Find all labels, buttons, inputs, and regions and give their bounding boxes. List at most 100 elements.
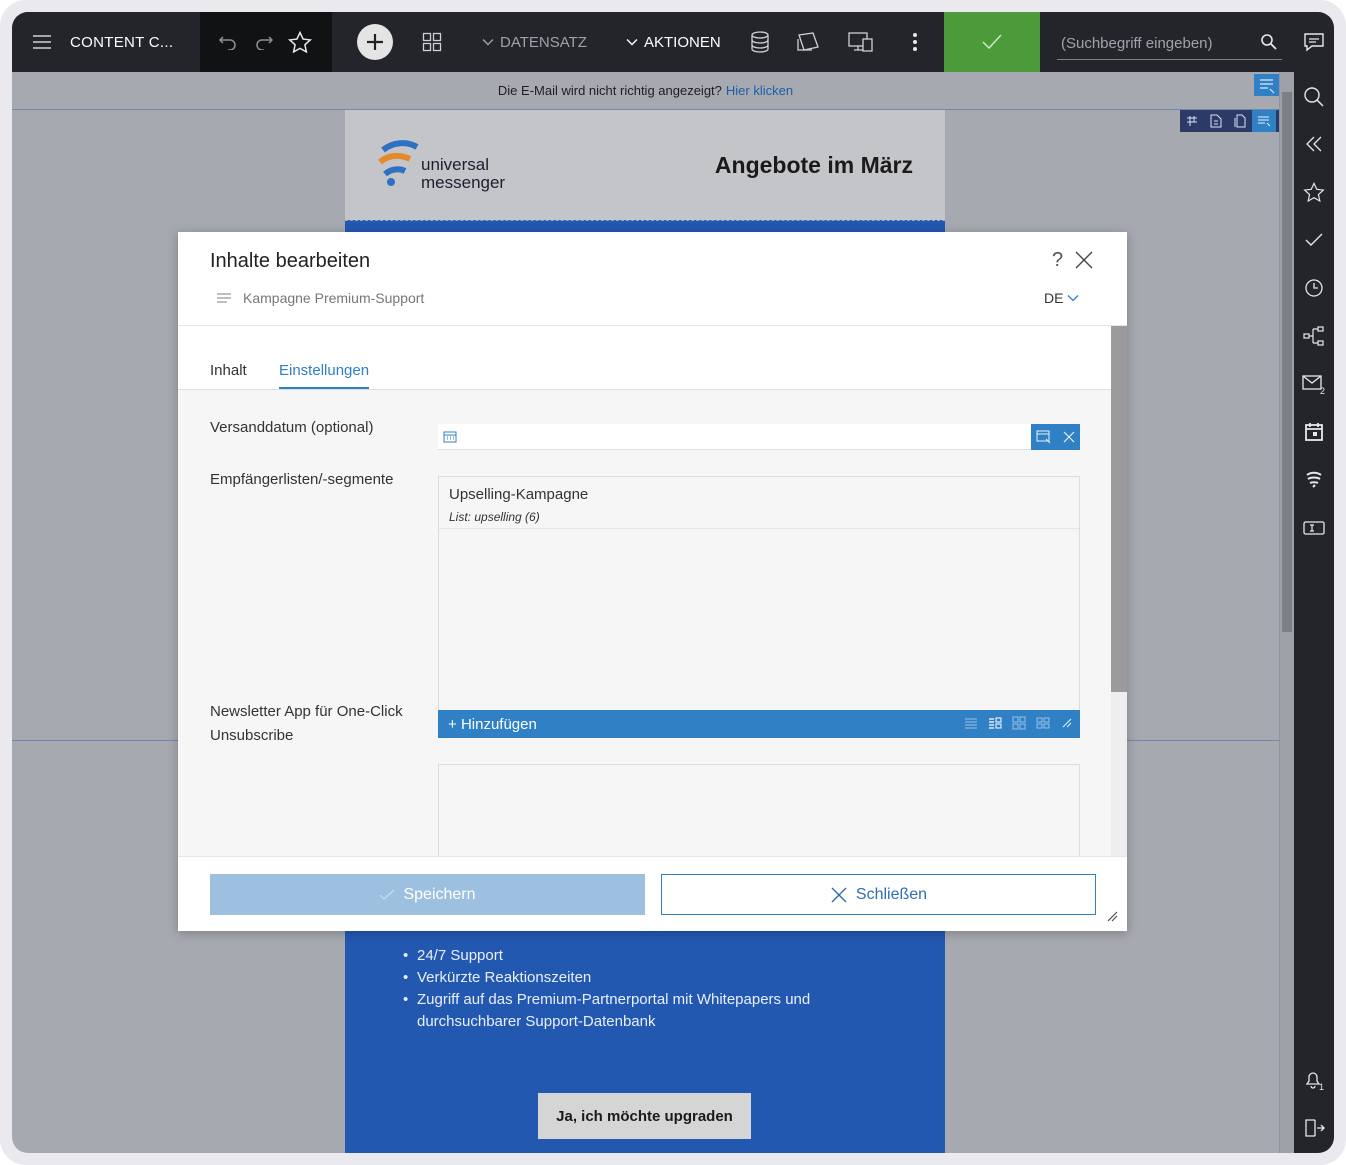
- chevron-down-icon: [482, 39, 494, 46]
- svg-text:1: 1: [1319, 1082, 1324, 1091]
- dialog-scrollbar[interactable]: [1111, 326, 1127, 856]
- tile-view-icon[interactable]: [1012, 716, 1026, 730]
- detail-view-icon[interactable]: [988, 716, 1002, 730]
- confirm-button[interactable]: [944, 12, 1040, 72]
- star-icon[interactable]: [1294, 177, 1334, 207]
- brand-logo-icon[interactable]: [1294, 465, 1334, 495]
- clear-date-icon[interactable]: [1063, 431, 1075, 443]
- date-picker-icon[interactable]: [1036, 430, 1052, 444]
- close-icon: [831, 887, 847, 902]
- dialog-resize-icon[interactable]: [1106, 910, 1118, 922]
- search-icon[interactable]: [1260, 33, 1278, 51]
- list-item: Verkürzte Reaktionszeiten: [403, 967, 863, 989]
- block-copy-icon[interactable]: [1228, 110, 1252, 132]
- history-toolbar: [200, 12, 332, 72]
- logout-icon[interactable]: [1294, 1113, 1334, 1143]
- campaign-name: Kampagne Premium-Support: [243, 290, 425, 306]
- list-item: 24/7 Support: [403, 945, 863, 967]
- newsletter-app-field[interactable]: [438, 764, 1080, 856]
- chevron-down-icon: [1067, 295, 1079, 302]
- language-select[interactable]: DE: [1044, 290, 1079, 306]
- responsive-preview-icon[interactable]: [848, 12, 874, 72]
- plus-icon: +: [448, 715, 461, 733]
- close-icon[interactable]: [1073, 249, 1095, 271]
- recipient-toolbar: + Hinzufügen: [438, 710, 1080, 738]
- block-edit-icon[interactable]: [1254, 74, 1279, 96]
- workflow-icon[interactable]: [1294, 321, 1334, 351]
- list-item[interactable]: Upselling-Kampagne List: upselling (6): [439, 477, 1079, 529]
- scrollbar-thumb[interactable]: [1282, 92, 1292, 632]
- logo-line-2: messenger: [421, 173, 506, 192]
- scrollbar-thumb[interactable]: [1111, 326, 1127, 692]
- recipient-list-info: List: upselling (6): [449, 510, 540, 524]
- newsletter-app-label-line-2: Unsubscribe: [210, 727, 294, 744]
- versanddatum-field[interactable]: [438, 424, 1032, 450]
- search-box: [1057, 26, 1282, 60]
- dialog-title: Inhalte bearbeiten: [210, 250, 371, 272]
- recipient-list-name: Upselling-Kampagne: [449, 486, 589, 503]
- grid-view-icon[interactable]: [1036, 716, 1050, 730]
- calendar-icon[interactable]: [1294, 417, 1334, 447]
- help-button[interactable]: ?: [1052, 249, 1063, 272]
- block-layout-icon[interactable]: [1180, 110, 1204, 132]
- save-label: Speichern: [403, 885, 476, 903]
- app-title[interactable]: CONTENT C...: [70, 12, 173, 72]
- collapse-panel-icon[interactable]: [1294, 129, 1334, 159]
- search-input[interactable]: [1061, 32, 1251, 54]
- list-view-icon[interactable]: [964, 716, 978, 730]
- block-text-icon[interactable]: [1252, 110, 1276, 132]
- text-lines-icon: [216, 292, 232, 311]
- block-edit-doc-icon[interactable]: [1204, 110, 1228, 132]
- recipient-list: Upselling-Kampagne List: upselling (6): [438, 476, 1080, 711]
- aktionen-menu[interactable]: AKTIONEN: [626, 12, 721, 72]
- email-header: universal messenger Angebote im März: [345, 110, 945, 220]
- close-button[interactable]: Schließen: [661, 874, 1096, 915]
- datensatz-menu[interactable]: DATENSATZ: [482, 12, 587, 72]
- database-icon[interactable]: [749, 12, 771, 72]
- checkmark-icon: [982, 34, 1002, 50]
- favorite-star-icon[interactable]: [288, 12, 312, 72]
- search-icon[interactable]: [1294, 82, 1334, 112]
- date-actions: [1031, 424, 1080, 450]
- email-preview-notice: Die E-Mail wird nicht richtig angezeigt?…: [12, 72, 1279, 110]
- tab-einstellungen[interactable]: Einstellungen: [279, 362, 370, 389]
- tab-inhalt[interactable]: Inhalt: [210, 362, 247, 387]
- canvas-scrollbar[interactable]: [1280, 72, 1294, 1153]
- benefit-list: 24/7 Support Verkürzte Reaktionszeiten Z…: [403, 945, 863, 1033]
- dialog-body: Inhalt Einstellungen Versanddatum (optio…: [178, 326, 1111, 856]
- add-recipient-button[interactable]: + Hinzufügen: [448, 716, 537, 733]
- device-frame: CONTENT C... DATENSATZ AKTIONEN (Suchbeg…: [0, 0, 1346, 1165]
- view-mode-tools: [964, 716, 1072, 730]
- text-field-icon[interactable]: [1294, 513, 1334, 543]
- rotate-view-icon[interactable]: [796, 12, 822, 72]
- grid-layout-icon[interactable]: [422, 12, 442, 72]
- edit-content-dialog: Inhalte bearbeiten ? Kampagne Premium-Su…: [178, 232, 1127, 931]
- empfaenger-label: Empfängerlisten/-segmente: [210, 471, 394, 488]
- newsletter-app-label-line-1: Newsletter App für One-Click: [210, 703, 403, 720]
- universal-messenger-logo: [378, 140, 419, 186]
- notice-link[interactable]: Hier klicken: [726, 83, 793, 98]
- resize-handle-icon[interactable]: [1060, 716, 1072, 728]
- versanddatum-label: Versanddatum (optional): [210, 419, 374, 436]
- calendar-icon[interactable]: [443, 431, 457, 443]
- notification-bell-icon[interactable]: 1: [1294, 1065, 1334, 1095]
- undo-icon[interactable]: [218, 12, 238, 72]
- save-button[interactable]: Speichern: [210, 874, 645, 915]
- logo-line-1: universal: [421, 155, 490, 174]
- upgrade-cta-button[interactable]: Ja, ich möchte upgraden: [538, 1093, 751, 1139]
- app-screen: CONTENT C... DATENSATZ AKTIONEN (Suchbeg…: [12, 12, 1334, 1153]
- email-headline: Angebote im März: [714, 152, 913, 178]
- add-button[interactable]: [357, 24, 393, 60]
- redo-icon[interactable]: [254, 12, 274, 72]
- history-clock-icon[interactable]: [1294, 273, 1334, 303]
- comment-icon[interactable]: [1294, 27, 1334, 57]
- checkmark-icon[interactable]: [1294, 225, 1334, 255]
- more-options-icon[interactable]: [912, 12, 918, 72]
- svg-text:2: 2: [1320, 386, 1325, 395]
- top-bar: CONTENT C... DATENSATZ AKTIONEN: [12, 12, 1294, 72]
- aktionen-label: AKTIONEN: [644, 33, 721, 51]
- plus-icon: [367, 34, 383, 50]
- mail-icon[interactable]: 2: [1294, 369, 1334, 399]
- footer-divider: [178, 856, 1127, 857]
- hamburger-menu-icon[interactable]: [32, 12, 52, 72]
